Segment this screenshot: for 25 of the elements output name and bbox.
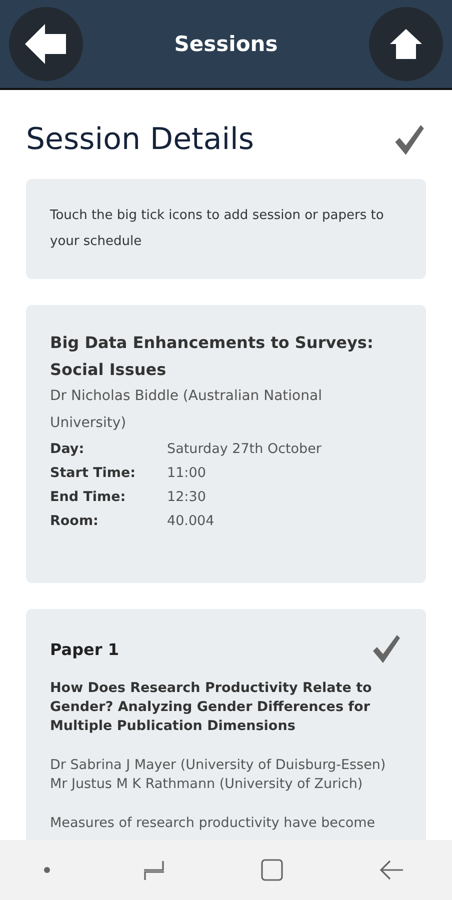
- detail-value: Saturday 27th October: [167, 441, 322, 457]
- recents-icon: [142, 859, 165, 881]
- detail-value: 12:30: [167, 489, 207, 505]
- paper-heading: Paper 1: [50, 640, 119, 658]
- back-arrow-icon: [380, 860, 404, 880]
- presenter-text: Dr Nicholas Biddle (Australian National University): [50, 387, 323, 433]
- hint-text: Touch the big tick icons to add session or papers to your schedule: [50, 207, 385, 251]
- detail-label: Start Time:: [50, 465, 137, 481]
- session-title: Big Data Enhancements to Surveys: Social Issues: [50, 332, 374, 381]
- detail-label: End Time:: [50, 489, 127, 505]
- author-text: Mr Justus M K Rathmann (University of Zurich): [50, 775, 364, 794]
- detail-value: 40.004: [167, 513, 216, 529]
- page-title: Session Details: [26, 122, 254, 157]
- paper-title: How Does Research Productivity Relate to Gender? Analyzing Gender Differences for Multiple Publication Dimensions: [50, 679, 373, 736]
- home-icon: [388, 27, 423, 61]
- detail-label: Room:: [50, 513, 100, 529]
- detail-label: Day:: [50, 441, 86, 457]
- abstract-text: Measures of research productivity have become: [50, 814, 376, 833]
- detail-value: 11:00: [167, 465, 207, 481]
- author-text: Dr Sabrina J Mayer (University of Duisburg-Essen): [50, 756, 387, 775]
- back-arrow-icon: [23, 22, 69, 66]
- square-icon: [261, 859, 284, 881]
- header-title: Sessions: [174, 32, 278, 56]
- tick-icon[interactable]: [370, 633, 402, 665]
- dot-icon: [44, 867, 50, 873]
